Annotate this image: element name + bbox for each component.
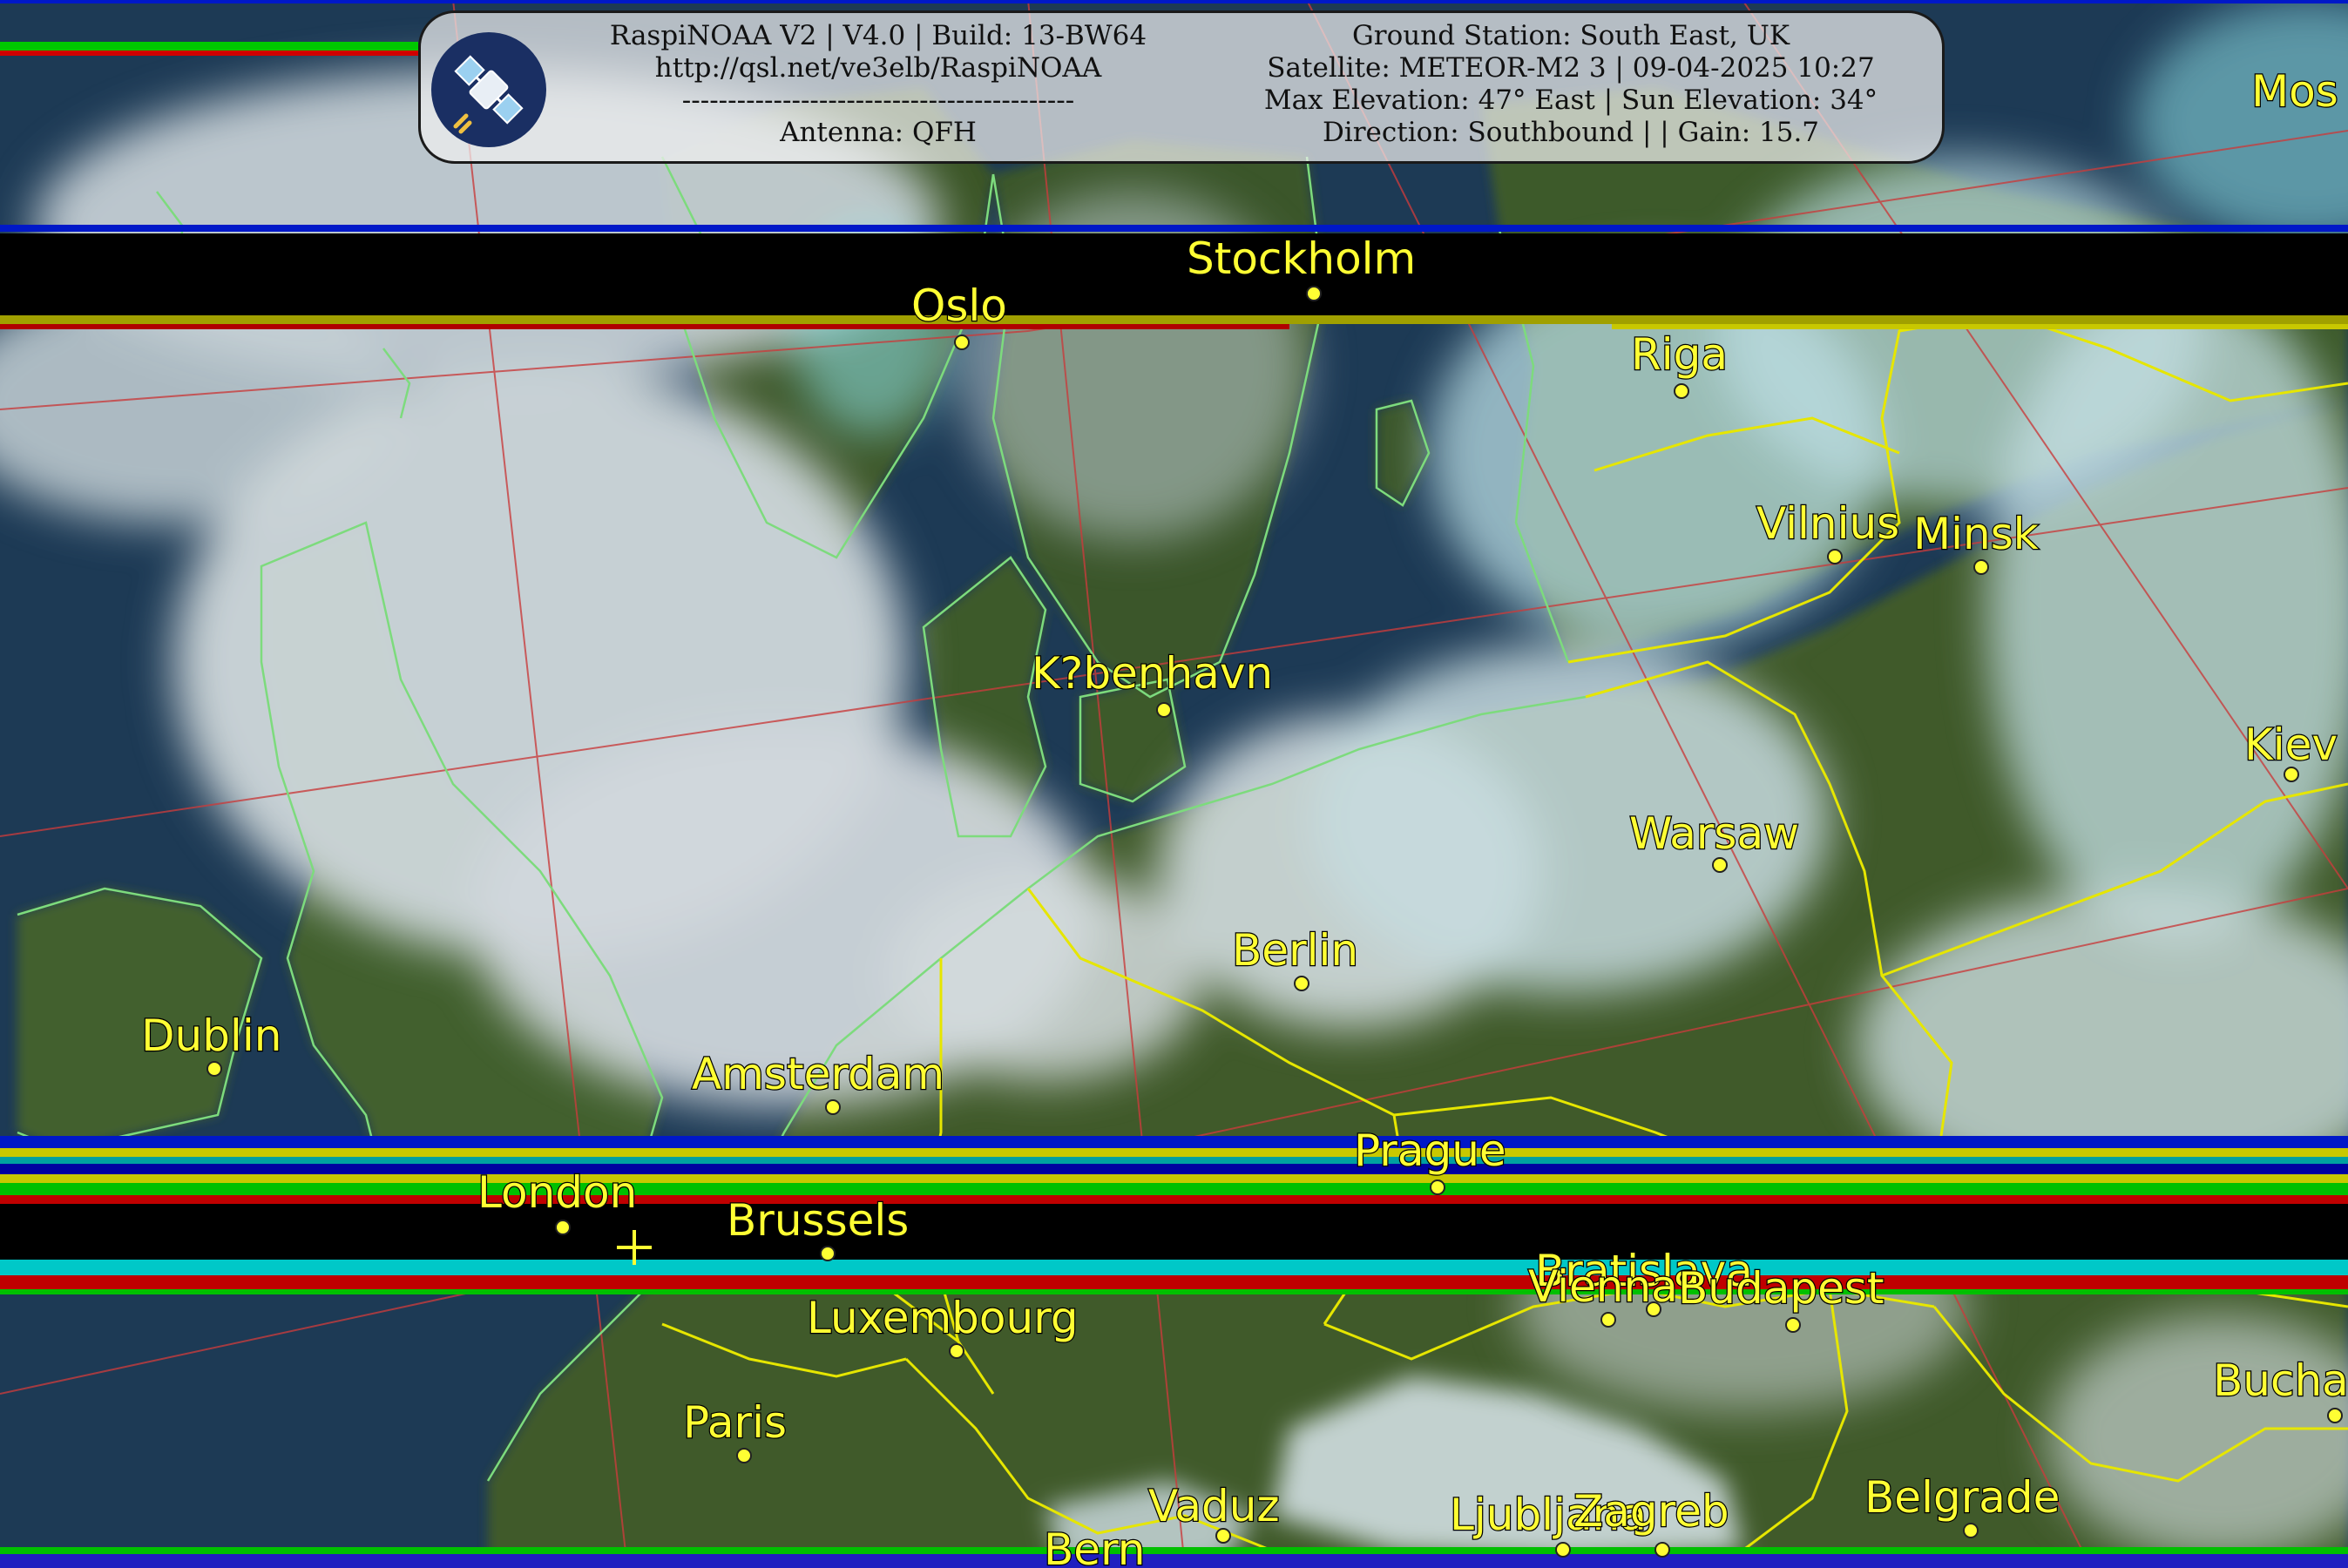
city-dot-stockholm <box>1306 286 1322 301</box>
city-label-k-benhavn: K?benhavn <box>1032 648 1273 699</box>
elevation-info: Max Elevation: 47° East | Sun Elevation:… <box>1263 84 1878 116</box>
raspinoaa-logo <box>431 32 546 147</box>
city-label-minsk: Minsk <box>1913 509 2039 559</box>
city-label-bucha: Bucha <box>2213 1355 2348 1406</box>
city-label-london: London <box>477 1167 637 1218</box>
city-label-amsterdam: Amsterdam <box>692 1049 944 1099</box>
city-label-kiev: Kiev <box>2244 720 2338 770</box>
city-dot-k-benhavn <box>1156 702 1172 718</box>
city-dot-bucha <box>2327 1408 2343 1423</box>
map-canvas: Stockholm Oslo Riga Vilnius Minsk K?benhavn Ki… <box>0 0 2348 1568</box>
project-link[interactable]: http://qsl.net/ve3elb/RaspiNOAA <box>569 52 1188 84</box>
ground-station: Ground Station: South East, UK <box>1352 20 1790 51</box>
city-dot-ljubljana <box>1555 1542 1571 1558</box>
city-dot-amsterdam <box>825 1099 841 1115</box>
city-label-dublin: Dublin <box>141 1010 281 1061</box>
software-version: RaspiNOAA V2 | V4.0 | Build: 13-BW64 <box>609 20 1147 51</box>
separator-dashes: ----------------------------------------… <box>681 84 1075 116</box>
satellite-map: Stockholm Oslo Riga Vilnius Minsk K?benhavn Ki… <box>0 0 2348 1568</box>
city-label-luxembourg: Luxembourg <box>807 1293 1079 1343</box>
city-label-bern: Bern <box>1044 1524 1145 1568</box>
antenna-info: Antenna: QFH <box>780 117 977 148</box>
city-label-warsaw: Warsaw <box>1629 808 1799 859</box>
satellite-datetime: Satellite: METEOR-M2 3 | 09-04-2025 10:2… <box>1267 52 1875 84</box>
city-dot-budapest <box>1785 1317 1801 1333</box>
city-dot-london <box>555 1220 571 1235</box>
city-dot-vilnius <box>1827 549 1843 564</box>
city-label-belgrade: Belgrade <box>1864 1472 2060 1523</box>
city-dot-vienna <box>1600 1312 1616 1328</box>
city-label-zagreb: Zagreb <box>1573 1486 1729 1537</box>
city-label-prague: Prague <box>1354 1125 1506 1176</box>
city-dot-brussels <box>820 1246 836 1261</box>
city-label-riga: Riga <box>1631 329 1728 380</box>
city-label-vilnius: Vilnius <box>1756 498 1899 549</box>
city-label-berlin: Berlin <box>1232 925 1358 976</box>
city-dot-riga <box>1674 383 1689 399</box>
city-dot-warsaw <box>1712 857 1728 873</box>
city-label-budapest: Budapest <box>1678 1263 1884 1314</box>
city-dot-belgrade <box>1963 1523 1979 1538</box>
station-info: RaspiNOAA V2 | V4.0 | Build: 13-BW64 htt… <box>569 20 1188 149</box>
city-label-brussels: Brussels <box>727 1195 909 1246</box>
city-dot-minsk <box>1973 559 1989 575</box>
direction-gain: Direction: Southbound | | Gain: 15.7 <box>1322 117 1820 148</box>
city-label-paris: Paris <box>683 1397 787 1448</box>
city-label-mos: Mos <box>2251 66 2338 117</box>
satellite-icon <box>453 55 524 134</box>
city-label-stockholm: Stockholm <box>1187 233 1416 284</box>
city-label-vienna: Vienna <box>1528 1261 1678 1312</box>
city-dot-paris <box>736 1448 752 1463</box>
city-dot-luxembourg <box>949 1343 964 1359</box>
pass-info-panel: RaspiNOAA V2 | V4.0 | Build: 13-BW64 htt… <box>418 10 1945 164</box>
city-dot-berlin <box>1294 976 1309 991</box>
city-label-oslo: Oslo <box>911 280 1007 331</box>
city-dot-prague <box>1430 1179 1445 1195</box>
pass-details: Ground Station: South East, UK Satellite… <box>1205 20 1937 149</box>
city-label-vaduz: Vaduz <box>1148 1481 1280 1531</box>
city-dot-dublin <box>206 1061 222 1077</box>
city-dot-oslo <box>954 335 970 350</box>
city-dot-zagreb <box>1654 1542 1670 1558</box>
